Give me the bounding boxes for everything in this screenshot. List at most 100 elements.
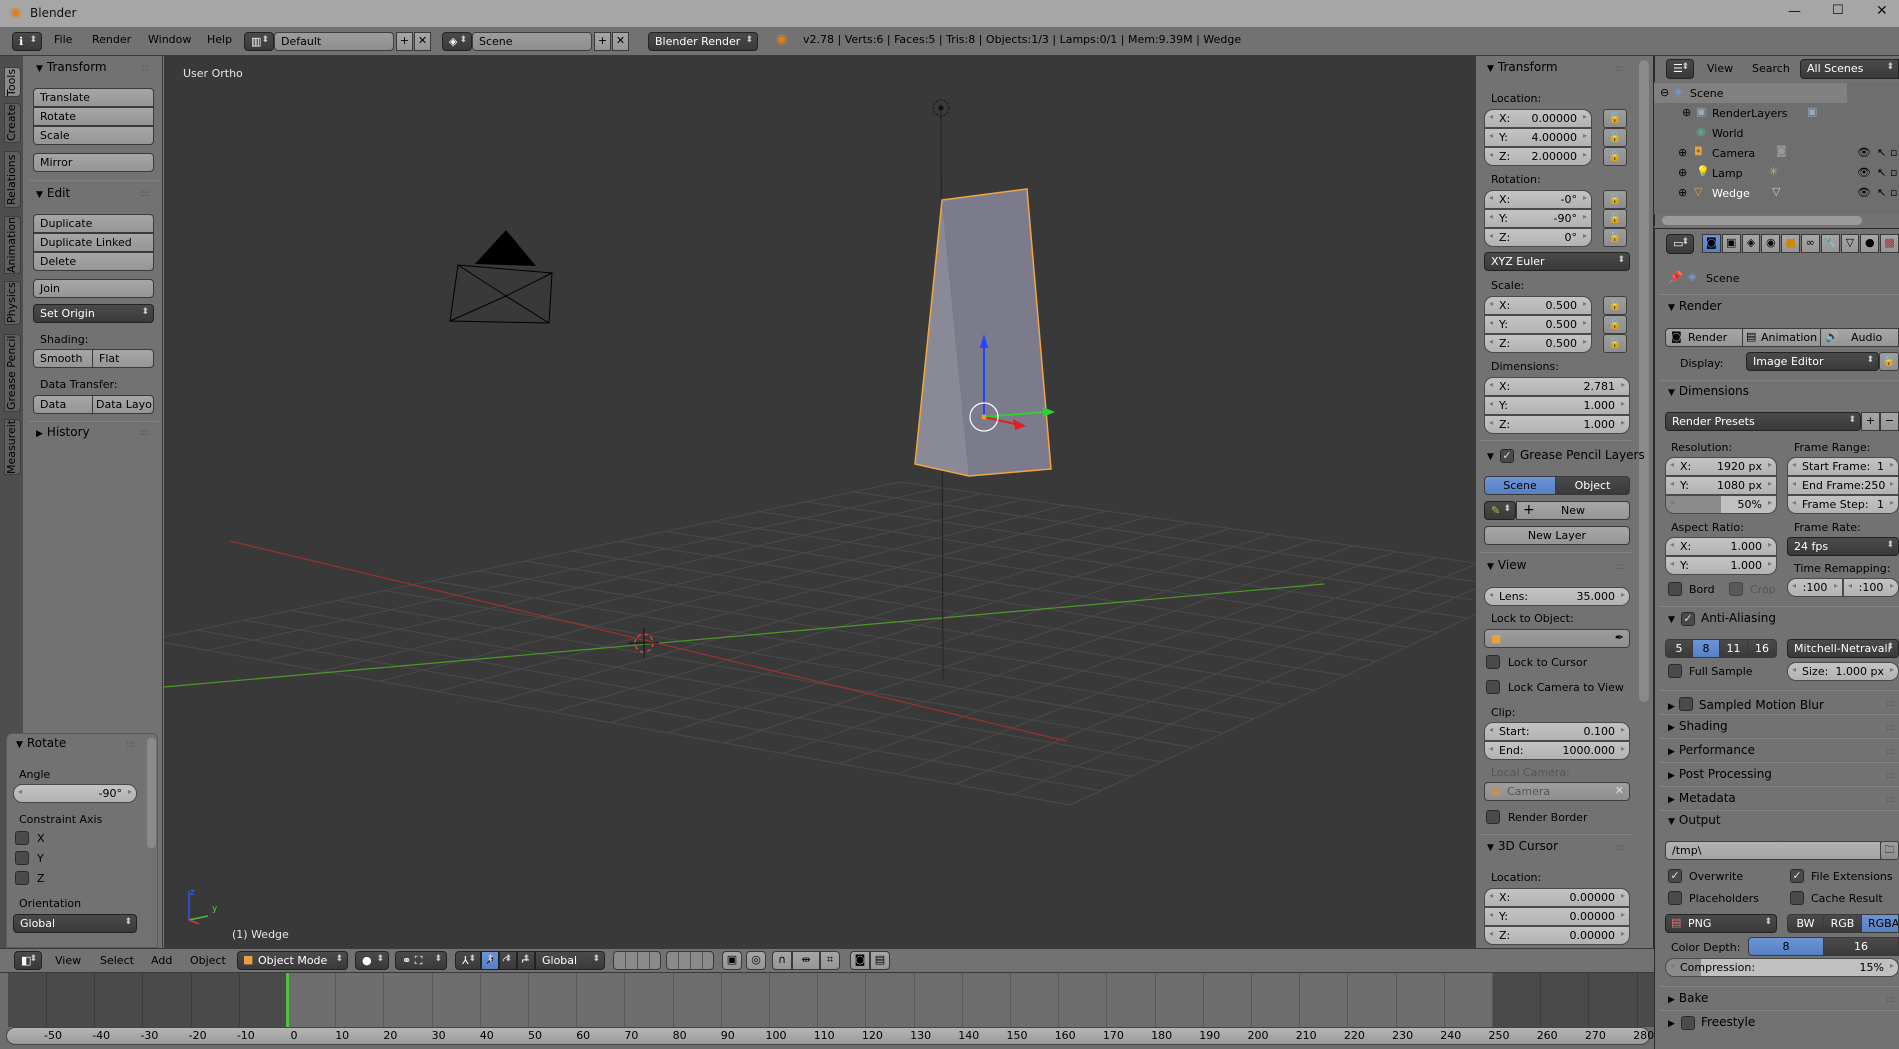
tab-tools[interactable]: Tools: [4, 67, 21, 97]
color-depth-16[interactable]: 16: [1823, 937, 1899, 956]
clear-icon[interactable]: ✕: [1615, 784, 1624, 797]
mode-dropdown[interactable]: ■ Object Mode: [237, 951, 348, 970]
transform-scale-x-field[interactable]: X:0.500: [1484, 296, 1592, 315]
operator-panel-header[interactable]: ▼ Rotate: [16, 736, 66, 750]
duplicate-button[interactable]: Duplicate: [33, 214, 154, 233]
lock-icon[interactable]: 🔓: [1603, 190, 1627, 209]
panel-metadata-header[interactable]: ▶ Metadata: [1668, 791, 1736, 805]
full-sample-checkbox[interactable]: [1668, 664, 1682, 678]
close-button[interactable]: ✕: [1876, 3, 1888, 19]
motion-blur-checkbox[interactable]: [1678, 697, 1693, 711]
tab-measureit[interactable]: Measureit: [4, 419, 21, 475]
editor-type-info-icon[interactable]: ℹ: [12, 32, 42, 51]
translate-button[interactable]: Translate: [33, 88, 154, 107]
pivot-point-dropdown[interactable]: ⚭ ⛶: [395, 951, 447, 970]
scene-field[interactable]: Scene: [472, 32, 592, 51]
transform-scale-y-field[interactable]: Y:0.500: [1484, 315, 1592, 334]
add-layout-button[interactable]: +: [396, 32, 413, 51]
transform-location-z-field[interactable]: Z:2.00000: [1484, 147, 1592, 166]
panel-render-header[interactable]: ▼ Render: [1668, 299, 1722, 313]
remove-scene-button[interactable]: ✕: [612, 32, 629, 51]
audio-button[interactable]: 🔊 Audio: [1820, 328, 1899, 347]
resolution-x-field[interactable]: X:1920 px: [1665, 457, 1777, 476]
grease-pencil-checkbox[interactable]: ✓: [1500, 449, 1514, 463]
panel-shading-header[interactable]: ▶ Shading: [1668, 719, 1728, 733]
panel-history-header[interactable]: ▶ History: [36, 425, 90, 439]
start-frame-field[interactable]: Start Frame:1: [1787, 457, 1899, 476]
aa-samples-8[interactable]: 8: [1692, 639, 1720, 658]
transform-scale-z-field[interactable]: Z:0.500: [1484, 334, 1592, 353]
panel-freestyle-header[interactable]: ▶: [1668, 1015, 1679, 1029]
snap-element-icon[interactable]: ⇹: [792, 951, 820, 970]
editor-type-outliner-icon[interactable]: ☰: [1666, 59, 1694, 79]
render-button[interactable]: ◙ Render: [1665, 328, 1743, 347]
aa-samples-5[interactable]: 5: [1665, 639, 1693, 658]
menu-add[interactable]: Add: [151, 954, 172, 967]
timeline[interactable]: -50 -40 -30 -20 -10 0 10 20 30 40 50 60 70 80 90 100 110…: [0, 973, 1654, 1049]
transform-rotation-z-field[interactable]: Z:0°: [1484, 228, 1592, 247]
timeline-scrubber[interactable]: -50 -40 -30 -20 -10 0 10 20 30 40 50 60 70 80 90 100 110…: [6, 1027, 1654, 1045]
panel-sampled-motion-blur-header[interactable]: ▶ Sampled Motion Blur: [1668, 695, 1824, 712]
add-preset-button[interactable]: +: [1861, 412, 1880, 431]
placeholders-checkbox[interactable]: [1668, 891, 1682, 905]
lock-icon[interactable]: 🔓: [1603, 334, 1627, 353]
constraint-y-checkbox[interactable]: [15, 851, 29, 865]
object-tab-icon[interactable]: ■: [1781, 234, 1800, 253]
resolution-percentage-slider[interactable]: 50%: [1665, 495, 1777, 514]
snap-icon[interactable]: ∩: [772, 951, 792, 970]
tab-physics[interactable]: Physics: [4, 281, 21, 325]
flat-button[interactable]: Flat: [92, 349, 154, 368]
render-engine-dropdown[interactable]: Blender Render: [648, 32, 758, 51]
aspect-x-field[interactable]: X:1.000: [1665, 537, 1777, 556]
panel-performance-header[interactable]: ▶ Performance: [1668, 743, 1755, 757]
rotate-manipulator-icon[interactable]: ◜: [499, 951, 517, 970]
panel-transform-header[interactable]: ▼ Transform: [1487, 60, 1558, 74]
filter-size-field[interactable]: Size:1.000 px: [1787, 662, 1899, 681]
overwrite-checkbox[interactable]: ✓: [1668, 869, 1682, 883]
rotate-button[interactable]: Rotate: [33, 107, 154, 126]
transform-location-x-field[interactable]: X:0.00000: [1484, 109, 1592, 128]
gp-new-button[interactable]: + New: [1516, 501, 1630, 520]
transform-rotation-x-field[interactable]: X:-0°: [1484, 190, 1592, 209]
material-tab-icon[interactable]: ●: [1860, 234, 1880, 253]
scene-icon[interactable]: ◈: [442, 32, 472, 51]
modifiers-tab-icon[interactable]: 🔧: [1820, 234, 1840, 253]
menu-select[interactable]: Select: [100, 954, 134, 967]
crop-checkbox[interactable]: [1729, 582, 1743, 596]
cache-result-checkbox[interactable]: [1790, 891, 1804, 905]
outliner-row-renderlayers[interactable]: ⊕ ▣ RenderLayers ▣: [1654, 103, 1899, 123]
minimize-button[interactable]: —: [1788, 4, 1801, 19]
gp-object-button[interactable]: Object: [1555, 476, 1630, 495]
panel-edit-header[interactable]: ▼ Edit: [36, 186, 70, 200]
panel-transform-header[interactable]: ▼ Transform: [36, 60, 107, 74]
time-remap-new-field[interactable]: :100: [1843, 578, 1899, 597]
editor-type-3d-icon[interactable]: ◧: [14, 951, 42, 970]
lock-icon[interactable]: 🔓: [1603, 109, 1627, 128]
render-still-icon[interactable]: ◙: [850, 951, 870, 970]
3d-viewport[interactable]: User Ortho (1) Wedge z y: [164, 56, 1475, 948]
menu-help[interactable]: Help: [207, 33, 232, 46]
menu-render[interactable]: Render: [92, 33, 131, 46]
animation-button[interactable]: ▤ Animation: [1742, 328, 1821, 347]
current-frame-cursor[interactable]: [286, 973, 289, 1027]
panel-output-header[interactable]: ▼ Output: [1668, 813, 1721, 827]
panel-anti-aliasing-header[interactable]: ▼: [1668, 611, 1679, 625]
cursor-location-z-field[interactable]: Z:0.00000: [1484, 926, 1630, 945]
compression-slider[interactable]: Compression:15%: [1665, 958, 1899, 977]
render-tab-icon[interactable]: ◙: [1702, 234, 1721, 253]
outliner-menu-view[interactable]: View: [1707, 62, 1733, 75]
tab-grease-pencil[interactable]: Grease Pencil: [4, 334, 21, 412]
clip-end-field[interactable]: End:1000.000: [1484, 741, 1630, 760]
panel-bake-header[interactable]: ▶ Bake: [1668, 991, 1708, 1005]
end-frame-field[interactable]: End Frame:250: [1787, 476, 1899, 495]
folder-icon[interactable]: 🗀: [1880, 841, 1899, 860]
maximize-button[interactable]: ☐: [1832, 3, 1844, 18]
scene-tab-icon[interactable]: ◈: [1741, 234, 1761, 253]
outliner-row-lamp[interactable]: ⊕ 💡 Lamp ✳ 👁 ↖ ▫: [1654, 163, 1899, 183]
panel-3d-cursor-header[interactable]: ▼ 3D Cursor: [1487, 839, 1558, 853]
menu-view[interactable]: View: [55, 954, 81, 967]
frame-step-field[interactable]: Frame Step:1: [1787, 495, 1899, 514]
frame-rate-dropdown[interactable]: 24 fps: [1787, 537, 1899, 556]
transform-orientation-dropdown[interactable]: Global: [535, 951, 605, 970]
panel-view-header[interactable]: ▼ View: [1487, 558, 1526, 572]
